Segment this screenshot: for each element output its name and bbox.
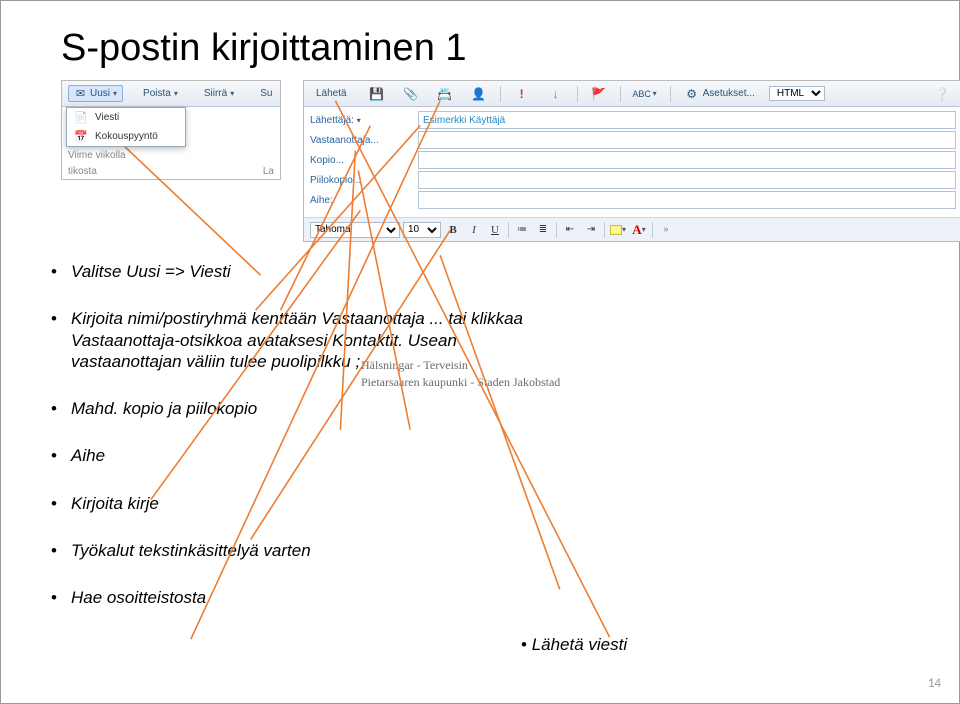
- wm-row1: Hälsningar - Terveisin: [361, 357, 560, 374]
- italic-button[interactable]: I: [465, 221, 483, 239]
- cc-field[interactable]: [418, 151, 956, 169]
- checkname-button[interactable]: 👤: [465, 84, 493, 104]
- underline-button[interactable]: U: [486, 221, 504, 239]
- font-size-select[interactable]: 10: [403, 222, 441, 238]
- subject-label: Aihe:: [310, 195, 410, 206]
- chevron-down-icon: ▾: [622, 225, 626, 234]
- options-label: Asetukset...: [703, 88, 755, 99]
- fontcolor-button[interactable]: A▾: [630, 221, 648, 239]
- dropdown-item-meeting[interactable]: 📅 Kokouspyyntö: [67, 127, 185, 146]
- cc-label[interactable]: Kopio...: [310, 155, 410, 166]
- person-check-icon: 👤: [471, 86, 487, 102]
- more-icon: »: [664, 224, 669, 235]
- bullet-send: Lähetä viesti: [521, 635, 627, 655]
- new-label: Uusi: [90, 88, 110, 99]
- help-icon: ❔: [934, 86, 950, 102]
- mail-icon: ✉: [74, 87, 87, 100]
- help-button[interactable]: ❔: [928, 84, 956, 104]
- flag-button[interactable]: 🚩: [585, 84, 613, 104]
- left-frag-text: Viime viikolla: [62, 147, 280, 164]
- paperclip-icon: 📎: [403, 86, 419, 102]
- importance-low-button[interactable]: ↓: [542, 84, 570, 104]
- font-family-select[interactable]: Tahoma: [310, 222, 400, 238]
- spellcheck-icon: ABC: [634, 86, 650, 102]
- chevron-down-icon: ▾: [230, 89, 234, 98]
- bullet-4: Aihe: [51, 445, 551, 466]
- spellcheck-button[interactable]: ABC▾: [628, 84, 663, 104]
- delete-label: Poista: [143, 88, 171, 99]
- flag-icon: 🚩: [591, 86, 607, 102]
- chevron-down-icon: ▾: [113, 89, 117, 98]
- options-button[interactable]: ⚙Asetukset...: [678, 84, 761, 104]
- subject-field[interactable]: [418, 191, 956, 209]
- truncated-button[interactable]: Su: [254, 86, 278, 101]
- save-button[interactable]: 💾: [363, 84, 391, 104]
- screenshot-compose: Lähetä 💾 📎 📇 👤 ! ↓ 🚩 ABC▾ ⚙Asetukset... …: [303, 80, 960, 242]
- highlight-button[interactable]: ▾: [609, 221, 627, 239]
- bcc-label[interactable]: Piilokopio...: [310, 175, 410, 186]
- new-button[interactable]: ✉ Uusi ▾: [68, 85, 123, 102]
- page-title: S-postin kirjoittaminen 1: [61, 27, 919, 70]
- addressbook-icon: 📇: [437, 86, 453, 102]
- numberlist-button[interactable]: ≣: [534, 221, 552, 239]
- indent-button[interactable]: ⇥: [582, 221, 600, 239]
- send-button[interactable]: Lähetä: [310, 86, 353, 101]
- dropdown-meeting-label: Kokouspyyntö: [95, 131, 158, 142]
- importance-high-icon: !: [514, 86, 530, 102]
- chevron-down-icon: ▾: [653, 89, 657, 98]
- bullet-6: Työkalut tekstinkäsittelyä varten: [51, 540, 551, 561]
- bullet-5: Kirjoita kirje: [51, 493, 551, 514]
- importance-low-icon: ↓: [548, 86, 564, 102]
- screenshot-left: ✉ Uusi ▾ Poista ▾ Siirrä ▾ Su: [61, 80, 281, 180]
- bullet-3: Mahd. kopio ja piilokopio: [51, 398, 551, 419]
- left-tab-1: tikosta: [68, 166, 97, 177]
- chevron-down-icon: ▾: [642, 225, 646, 234]
- bullet-1: Valitse Uusi => Viesti: [51, 261, 551, 282]
- bullet-7: Hae osoitteistosta: [51, 587, 551, 608]
- from-field[interactable]: [418, 111, 956, 129]
- indent-icon: ⇥: [587, 224, 595, 235]
- format-select[interactable]: HTML: [769, 86, 825, 101]
- dropdown-message-label: Viesti: [95, 112, 119, 123]
- addressbook-button[interactable]: 📇: [431, 84, 459, 104]
- move-button[interactable]: Siirrä ▾: [198, 86, 240, 101]
- to-field[interactable]: [418, 131, 956, 149]
- highlight-icon: [610, 225, 622, 235]
- chevron-down-icon: ▾: [174, 89, 178, 98]
- bulletlist-button[interactable]: ≔: [513, 221, 531, 239]
- more-button[interactable]: »: [657, 221, 675, 239]
- fontcolor-icon: A: [632, 222, 641, 238]
- save-icon: 💾: [369, 86, 385, 102]
- attach-button[interactable]: 📎: [397, 84, 425, 104]
- send-label: Lähetä: [316, 88, 347, 99]
- new-dropdown: 📄 Viesti 📅 Kokouspyyntö: [66, 107, 186, 147]
- bold-button[interactable]: B: [444, 221, 462, 239]
- numberlist-icon: ≣: [539, 224, 547, 235]
- bulletlist-icon: ≔: [517, 224, 527, 235]
- message-icon: 📄: [73, 111, 89, 124]
- move-label: Siirrä: [204, 88, 227, 99]
- dropdown-item-message[interactable]: 📄 Viesti: [67, 108, 185, 127]
- outdent-icon: ⇤: [566, 224, 574, 235]
- bcc-field[interactable]: [418, 171, 956, 189]
- from-label: Lähettäjä: ▾: [310, 115, 410, 126]
- left-tab-2: La: [263, 166, 274, 177]
- to-label[interactable]: Vastaanottaja...: [310, 135, 410, 146]
- outdent-button[interactable]: ⇤: [561, 221, 579, 239]
- wm-row2: Pietarsaaren kaupunki - Staden Jakobstad: [361, 374, 560, 391]
- delete-button[interactable]: Poista ▾: [137, 86, 184, 101]
- page-number: 14: [928, 676, 941, 691]
- calendar-icon: 📅: [73, 130, 89, 143]
- instruction-list: Valitse Uusi => Viesti Kirjoita nimi/pos…: [51, 261, 551, 634]
- importance-high-button[interactable]: !: [508, 84, 536, 104]
- gear-icon: ⚙: [684, 86, 700, 102]
